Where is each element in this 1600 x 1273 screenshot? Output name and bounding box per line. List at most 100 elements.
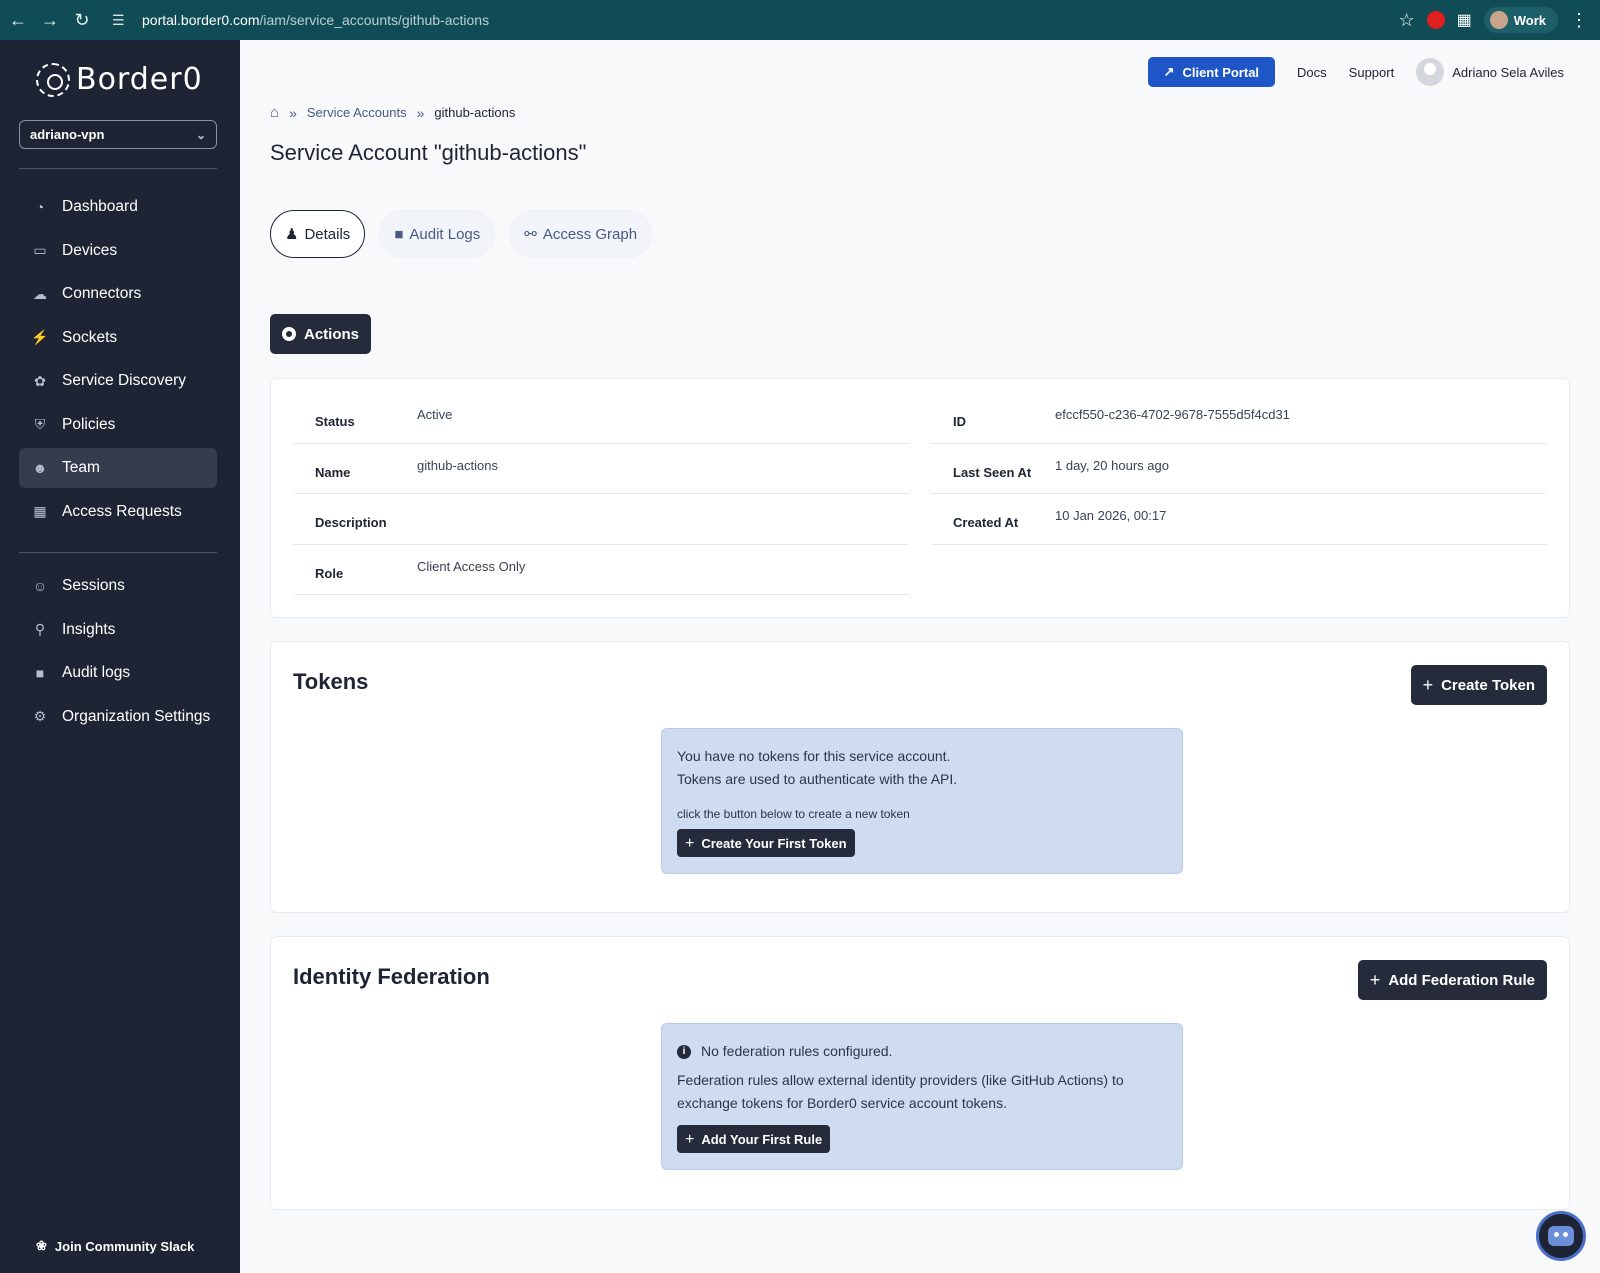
sidebar-item-team[interactable]: ☻ Team [19, 448, 217, 488]
profile-label: Work [1513, 12, 1546, 28]
sidebar-item-sockets[interactable]: ⚡ Sockets [19, 318, 217, 358]
header-actions: ↗ Client Portal Docs Support Adriano Sel… [1147, 57, 1564, 87]
reload-icon[interactable]: ↻ [66, 4, 98, 36]
detail-row-created-at: Created At 10 Jan 2026, 00:17 [931, 494, 1547, 545]
detail-row-description: Description [293, 494, 909, 545]
users-icon: ☻ [32, 460, 48, 476]
docs-link[interactable]: Docs [1297, 65, 1327, 80]
logo-text: Border0 [76, 62, 203, 97]
federation-empty-body: Federation rules allow external identity… [677, 1072, 1124, 1111]
add-federation-rule-button[interactable]: + Add Federation Rule [1357, 960, 1547, 1000]
details-right-column: ID efccf550-c236-4702-9678-7555d5f4cd31 … [931, 393, 1547, 545]
sidebar-item-audit-logs[interactable]: ■ Audit logs [19, 653, 217, 693]
details-left-column: Status Active Name github-actions Descri… [293, 393, 909, 595]
sidebar-item-label: Team [62, 459, 100, 476]
plus-icon: + [1422, 674, 1434, 695]
client-portal-button[interactable]: ↗ Client Portal [1147, 57, 1276, 87]
breadcrumb-service-accounts[interactable]: Service Accounts [307, 105, 407, 120]
monitor-icon: ▭ [33, 242, 47, 258]
chat-assistant-button[interactable] [1536, 1211, 1586, 1261]
sidebar-item-policies[interactable]: ⛨ Policies [19, 405, 217, 445]
sidebar-item-access-requests[interactable]: ▦ Access Requests [19, 492, 217, 532]
robot-icon [1548, 1226, 1574, 1246]
site-settings-icon[interactable]: ☰ [112, 12, 136, 29]
tokens-empty-line2: Tokens are used to authenticate with the… [677, 771, 958, 787]
breadcrumb-current: github-actions [434, 105, 516, 120]
identity-federation-card: Identity Federation + Add Federation Rul… [270, 936, 1570, 1210]
double-chevron-icon: » [416, 104, 425, 121]
tokens-empty-state: You have no tokens for this service acco… [661, 728, 1183, 874]
tab-audit-logs[interactable]: ■ Audit Logs [379, 210, 496, 258]
support-link[interactable]: Support [1349, 65, 1395, 80]
calendar-icon: ▦ [33, 503, 47, 519]
sidebar-item-label: Dashboard [62, 198, 138, 215]
home-icon[interactable]: ⌂ [270, 104, 279, 121]
detail-value: Client Access Only [417, 558, 526, 574]
sidebar-item-organization-settings[interactable]: ⚙ Organization Settings [19, 697, 217, 737]
sidebar-item-label: Organization Settings [62, 707, 211, 725]
user-menu[interactable]: Adriano Sela Aviles [1416, 58, 1564, 86]
plus-icon: + [1369, 969, 1381, 990]
federation-empty-heading: i No federation rules configured. [677, 1040, 1167, 1063]
sidebar-item-devices[interactable]: ▭ Devices [19, 231, 217, 271]
actions-button[interactable]: Actions [270, 314, 372, 354]
profile-button[interactable]: Work [1483, 7, 1558, 33]
sidebar-item-label: Devices [62, 241, 118, 259]
tokens-title: Tokens [293, 669, 369, 694]
sidebar-item-sessions[interactable]: ☺ Sessions [19, 566, 217, 606]
detail-key: Created At [953, 515, 1019, 531]
extension-icon[interactable] [1426, 11, 1445, 29]
sidebar-item-connectors[interactable]: ☁ Connectors [19, 274, 217, 314]
detail-value: efccf550-c236-4702-9678-7555d5f4cd31 [1055, 407, 1290, 423]
logo-mark-icon [36, 62, 70, 97]
plus-icon: + [685, 1130, 695, 1148]
folder-icon: ■ [394, 225, 404, 243]
federation-empty-title: No federation rules configured. [701, 1043, 893, 1059]
sidebar-item-label: Sessions [62, 577, 125, 594]
org-select[interactable]: adriano-vpn ⌄ [19, 120, 217, 149]
detail-row-name: Name github-actions [293, 444, 909, 494]
detail-key: Description [315, 515, 387, 531]
browser-menu-icon[interactable]: ⋮ [1570, 10, 1588, 31]
extensions-puzzle-icon[interactable]: ▦ [1457, 10, 1472, 30]
add-federation-rule-label: Add Federation Rule [1388, 971, 1535, 989]
tab-label: Audit Logs [409, 225, 481, 243]
url-path: /iam/service_accounts/github-actions [259, 12, 490, 28]
user-clock-icon: ☺ [32, 578, 48, 594]
tab-details[interactable]: ♟ Details [270, 210, 366, 258]
org-select-value: adriano-vpn [30, 127, 105, 142]
sidebar-item-label: Connectors [62, 285, 142, 302]
slack-icon: ❀ [36, 1238, 47, 1253]
forward-icon[interactable]: → [34, 4, 66, 36]
border0-logo[interactable]: Border0 [36, 62, 203, 97]
bookmark-star-icon[interactable]: ☆ [1398, 10, 1414, 31]
browser-toolbar: ← → ↻ ☰ portal.border0.com/iam/service_a… [0, 0, 1600, 40]
url-host: portal.border0.com [142, 12, 260, 28]
magnifier-icon: ⚲ [34, 621, 46, 637]
add-first-rule-button[interactable]: + Add Your First Rule [677, 1125, 831, 1153]
sidebar-item-dashboard[interactable]: ◔ Dashboard [19, 187, 217, 227]
shield-icon: ⛨ [34, 416, 46, 432]
back-icon[interactable]: ← [2, 4, 34, 36]
tokens-card: Tokens + Create Token You have no tokens… [270, 641, 1570, 913]
pie-chart-icon: ◔ [35, 199, 45, 215]
plug-icon: ⚡ [31, 329, 49, 345]
sidebar-divider [19, 552, 217, 553]
create-token-button[interactable]: + Create Token [1410, 665, 1547, 705]
sidebar-item-insights[interactable]: ⚲ Insights [19, 610, 217, 650]
sidebar-item-label: Sockets [62, 328, 118, 346]
breadcrumb: ⌂ » Service Accounts » github-actions [270, 104, 515, 121]
detail-row-role: Role Client Access Only [293, 545, 909, 595]
user-icon: ♟ [285, 226, 299, 243]
join-slack-link[interactable]: ❀ Join Community Slack [36, 1238, 194, 1254]
tokens-empty-line1: You have no tokens for this service acco… [677, 748, 951, 764]
tab-label: Details [304, 225, 351, 243]
cloud-icon: ☁ [33, 285, 47, 302]
tab-access-graph[interactable]: ⚯ Access Graph [509, 210, 653, 258]
sidebar-item-label: Service Discovery [62, 372, 187, 389]
sidebar-item-service-discovery[interactable]: ✿ Service Discovery [19, 361, 217, 401]
create-first-token-button[interactable]: + Create Your First Token [677, 829, 855, 857]
avatar [1416, 58, 1445, 86]
address-bar[interactable]: ☰ portal.border0.com/iam/service_account… [112, 4, 1412, 36]
sidebar-nav-secondary: ☺ Sessions ⚲ Insights ■ Audit logs ⚙ Org… [19, 566, 217, 740]
